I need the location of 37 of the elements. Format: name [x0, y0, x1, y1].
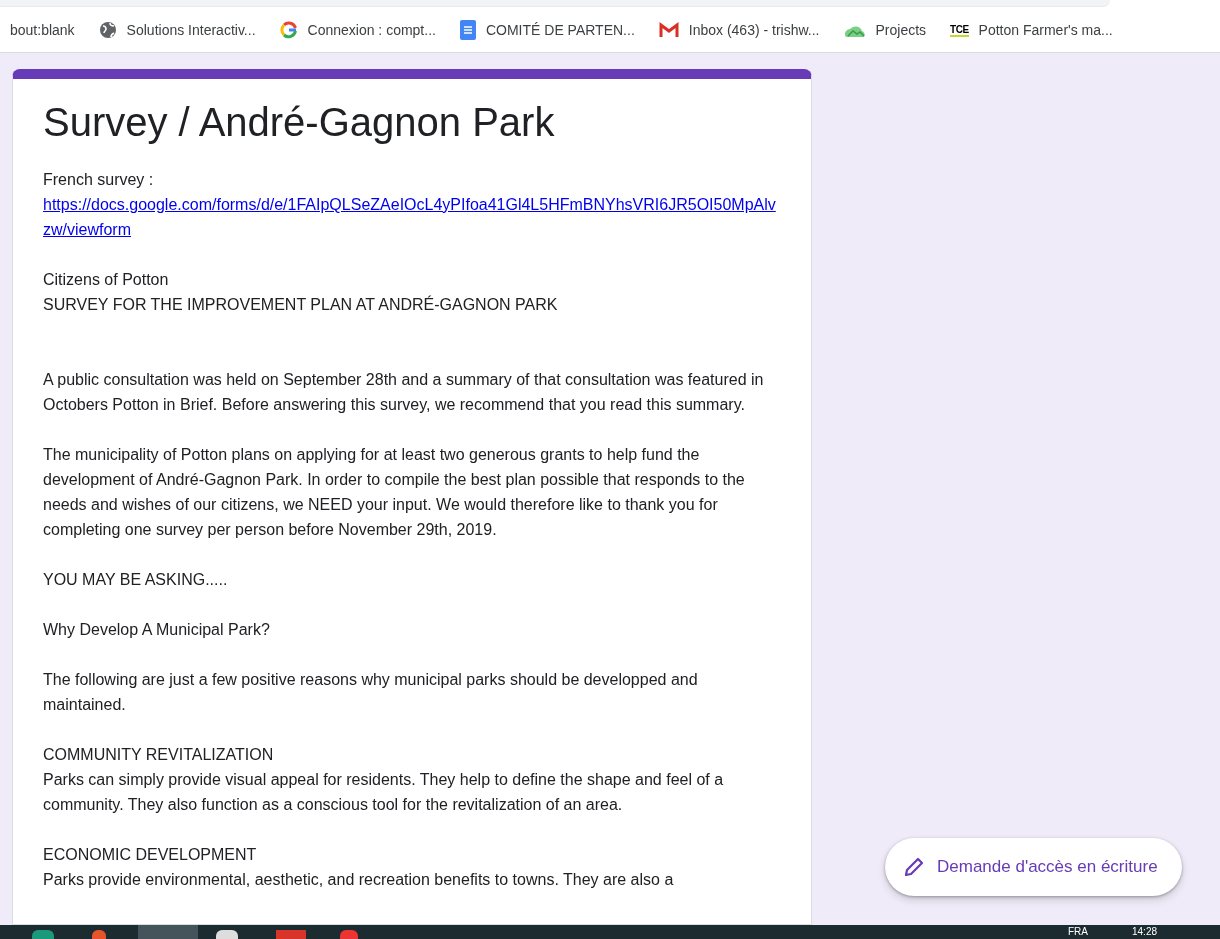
bookmark[interactable]: Solutions Interactiv...	[86, 15, 268, 45]
paragraph: The following are just a few positive reasons why municipal parks should be developped and maintained.	[43, 670, 699, 715]
bookmark[interactable]: Connexion : compt...	[267, 15, 448, 45]
paragraph: Parks can simply provide visual appeal for residents. They help to define the shape and feel of a community. They also function as a conscious tool for the revitalization of an area.	[43, 770, 725, 815]
paragraph: A public consultation was held on September 28th and a summary of that consultation was featured in Octobers Potton in Brief. Before answering this survey, we recommend that you read this summary.	[43, 370, 765, 415]
bookmark[interactable]: Projects	[831, 15, 939, 45]
envelope-icon	[658, 22, 679, 38]
request-edit-access-button[interactable]: Demande d'accès en écriture	[885, 838, 1182, 896]
taskbar-icon[interactable]	[216, 930, 238, 939]
paragraph: French survey :	[43, 170, 155, 190]
survey-link[interactable]: https://docs.google.com/forms/d/e/1FAIpQLSeZAeIOcL4yPIfoa41Gl4L5HFmBNYhsVRI6JR5OI50MpAlvzw/viewform	[43, 192, 778, 242]
google-icon	[279, 21, 298, 39]
language-indicator[interactable]: FRA	[1068, 925, 1088, 939]
bookmark[interactable]: Inbox (463) - trishw...	[646, 15, 832, 45]
bookmark[interactable]: bout:blank	[0, 15, 87, 45]
paragraph: Parks provide environmental, aesthetic, and recreation benefits to towns. They are also a	[43, 870, 675, 890]
paragraph: Citizens of Potton	[43, 270, 170, 290]
logo-badge: TCE	[950, 23, 969, 37]
bookmark-label: Potton Farmer's ma...	[978, 22, 1113, 38]
pencil-icon	[903, 856, 925, 878]
clock[interactable]: 14:28	[1132, 925, 1158, 939]
bookmark[interactable]: COMITÉ DE PARTEN...	[447, 15, 647, 45]
bookmark-label: Projects	[875, 22, 927, 38]
bookmark-label: Solutions Interactiv...	[126, 22, 256, 38]
paragraph: COMMUNITY REVITALIZATION	[43, 745, 275, 765]
globe-icon	[98, 21, 117, 39]
bookmark-label: Inbox (463) - trishw...	[688, 22, 820, 38]
paragraph: Why Develop A Municipal Park?	[43, 620, 271, 640]
bookmark[interactable]: TCE Potton Farmer's ma...	[938, 15, 1125, 45]
form-title: Survey / André-Gagnon Park	[43, 99, 556, 146]
paragraph: SURVEY FOR THE IMPROVEMENT PLAN AT ANDRÉ-GAGNON PARK	[43, 294, 559, 315]
paragraph: YOU MAY BE ASKING.....	[43, 570, 229, 590]
paragraph: ECONOMIC DEVELOPMENT	[43, 845, 258, 865]
document-icon	[459, 20, 476, 40]
bookmark-label: COMITÉ DE PARTEN...	[485, 22, 635, 38]
bookmark-label: Connexion : compt...	[307, 22, 436, 38]
paragraph: The municipality of Potton plans on applying for at least two generous grants to help fund the development of André-Gagnon Park. In order to compile the best plan possible that responds to the needs and wishes of our citizens, we NEED your input. We would therefore like to thank you for completing one survey per person before November 29th, 2019.	[43, 445, 746, 540]
